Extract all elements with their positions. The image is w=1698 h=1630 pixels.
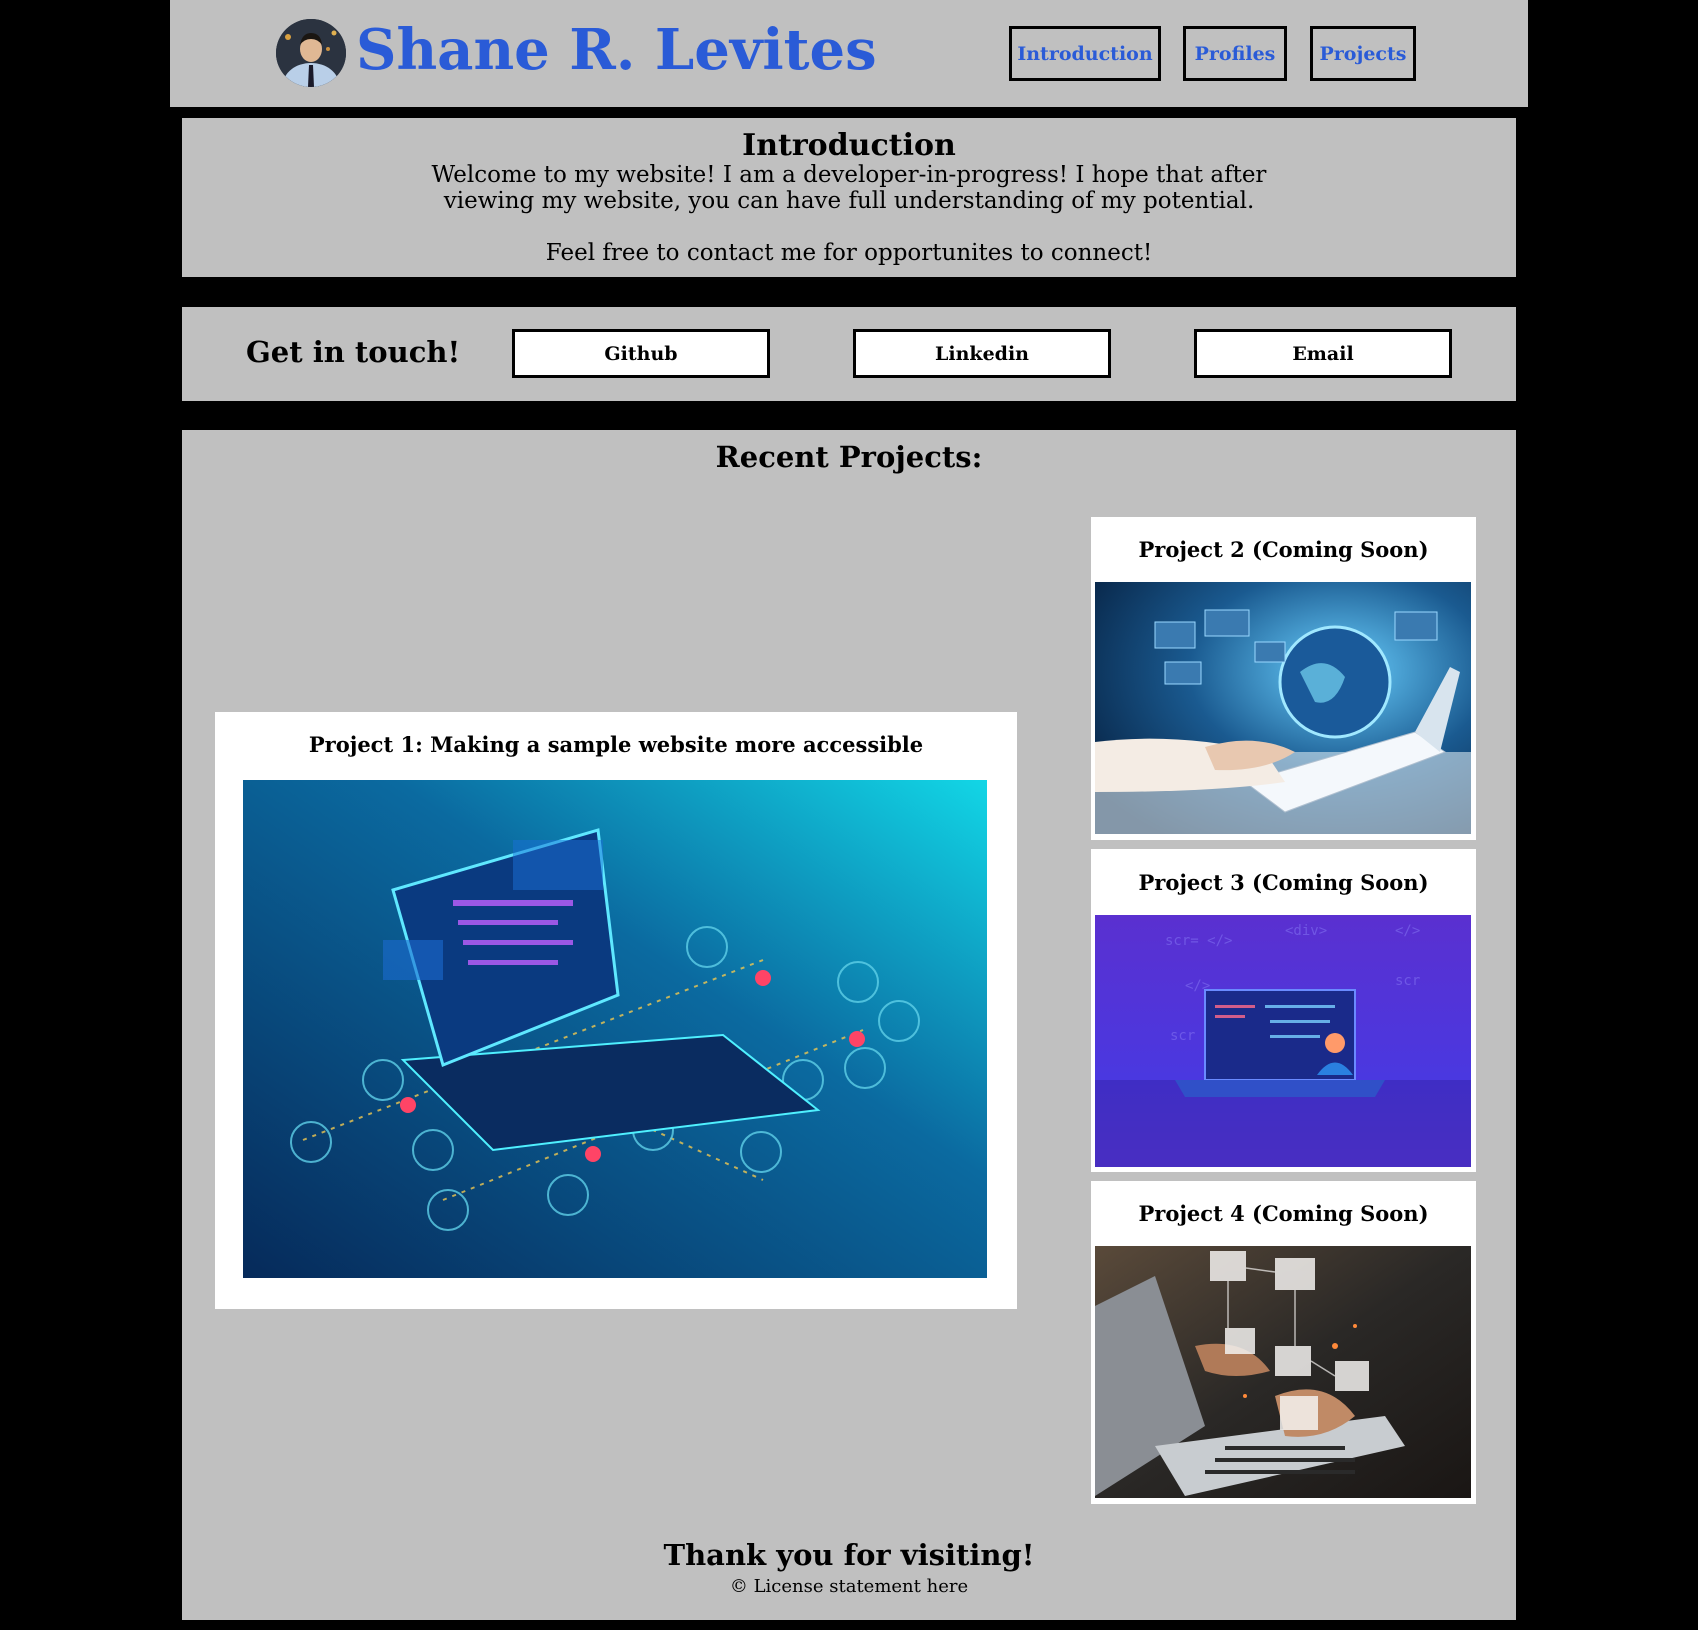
footer-license: © License statement here <box>729 1576 969 1597</box>
project-2-title: Project 2 (Coming Soon) <box>1138 537 1429 562</box>
svg-text:</>: </> <box>1395 923 1420 939</box>
svg-text:scr: scr <box>1395 973 1420 989</box>
svg-text:<div>: <div> <box>1285 923 1327 939</box>
project-1-image[interactable] <box>243 780 987 1278</box>
contact-section: Get in touch! Github Linkedin Email <box>182 307 1516 401</box>
linkedin-button[interactable]: Linkedin <box>853 329 1111 378</box>
site-title: Shane R. Levites <box>356 17 877 83</box>
project-4-image[interactable] <box>1095 1246 1471 1498</box>
github-button[interactable]: Github <box>512 329 770 378</box>
project-3-card[interactable]: Project 3 (Coming Soon) scr= </> <div> <… <box>1091 849 1476 1172</box>
project-3-image[interactable]: scr= </> <div> </> </> scr scr <box>1095 915 1471 1167</box>
svg-text:scr= </>: scr= </> <box>1165 933 1232 949</box>
introduction-section: Introduction Welcome to my website! I am… <box>182 118 1516 277</box>
intro-text-line-1: Welcome to my website! I am a developer-… <box>431 162 1267 188</box>
svg-text:scr: scr <box>1170 1028 1195 1044</box>
intro-text-line-2: viewing my website, you can have full un… <box>443 188 1255 214</box>
projects-section: Recent Projects: Project 1: Making a sam… <box>182 430 1516 1620</box>
project-4-title: Project 4 (Coming Soon) <box>1138 1201 1429 1226</box>
projects-heading: Recent Projects: <box>715 440 983 474</box>
profile-avatar <box>276 19 346 87</box>
introduction-heading: Introduction <box>742 128 956 163</box>
project-3-title: Project 3 (Coming Soon) <box>1138 870 1429 895</box>
project-2-card[interactable]: Project 2 (Coming Soon) <box>1091 517 1476 840</box>
project-1-title: Project 1: Making a sample website more … <box>308 732 924 757</box>
email-button[interactable]: Email <box>1194 329 1452 378</box>
project-2-image[interactable] <box>1095 582 1471 834</box>
project-1-card[interactable]: Project 1: Making a sample website more … <box>215 712 1017 1309</box>
footer-thanks: Thank you for visiting! <box>663 1538 1035 1572</box>
contact-heading: Get in touch! <box>246 335 461 369</box>
nav-projects-button[interactable]: Projects <box>1310 26 1416 81</box>
project-4-card[interactable]: Project 4 (Coming Soon) <box>1091 1181 1476 1504</box>
nav-introduction-button[interactable]: Introduction <box>1009 26 1161 81</box>
intro-text-line-3: Feel free to contact me for opportunites… <box>545 240 1153 266</box>
nav-profiles-button[interactable]: Profiles <box>1183 26 1287 81</box>
